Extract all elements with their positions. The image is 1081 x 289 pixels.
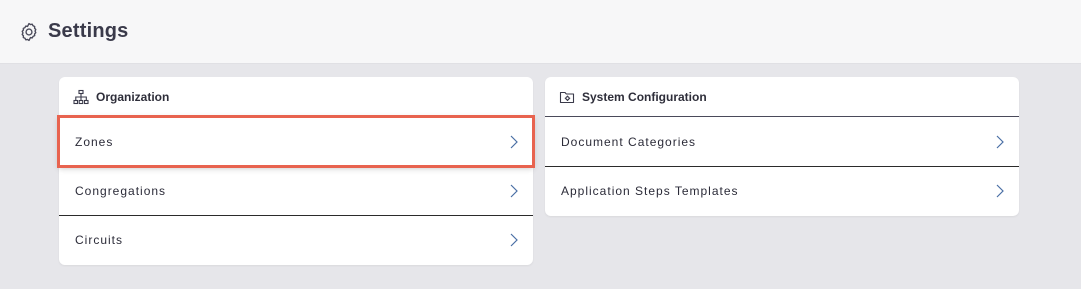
chevron-right-icon	[995, 134, 1005, 150]
organization-card-header: Organization	[59, 77, 533, 117]
settings-item-label: Application Steps Templates	[561, 184, 739, 198]
chevron-right-icon	[509, 134, 519, 150]
folder-settings-icon	[559, 89, 575, 105]
chevron-right-icon	[509, 183, 519, 199]
page-header: Settings	[0, 0, 1081, 64]
settings-item-label: Congregations	[75, 183, 167, 198]
system-configuration-title: System Configuration	[582, 89, 707, 104]
settings-item-label: Document Categories	[561, 134, 697, 149]
settings-item-label: Circuits	[75, 233, 124, 247]
settings-item-document-categories[interactable]: Document Categories	[545, 117, 1019, 166]
settings-item-label: Zones	[75, 134, 114, 149]
organization-card: Organization Zones Congregations Circuit…	[57, 77, 535, 265]
settings-item-congregations[interactable]: Congregations	[59, 166, 533, 215]
gear-icon	[18, 21, 40, 43]
chevron-right-icon	[509, 232, 519, 248]
settings-item-zones[interactable]: Zones	[57, 115, 535, 168]
org-chart-icon	[73, 89, 89, 105]
settings-item-circuits[interactable]: Circuits	[59, 215, 533, 264]
page-title: Settings	[48, 20, 129, 42]
organization-title: Organization	[96, 90, 170, 104]
chevron-right-icon	[995, 183, 1005, 199]
system-configuration-card-header: System Configuration	[545, 77, 1019, 117]
system-configuration-card: System Configuration Document Categories…	[545, 77, 1019, 216]
settings-item-application-steps-templates[interactable]: Application Steps Templates	[545, 166, 1019, 215]
